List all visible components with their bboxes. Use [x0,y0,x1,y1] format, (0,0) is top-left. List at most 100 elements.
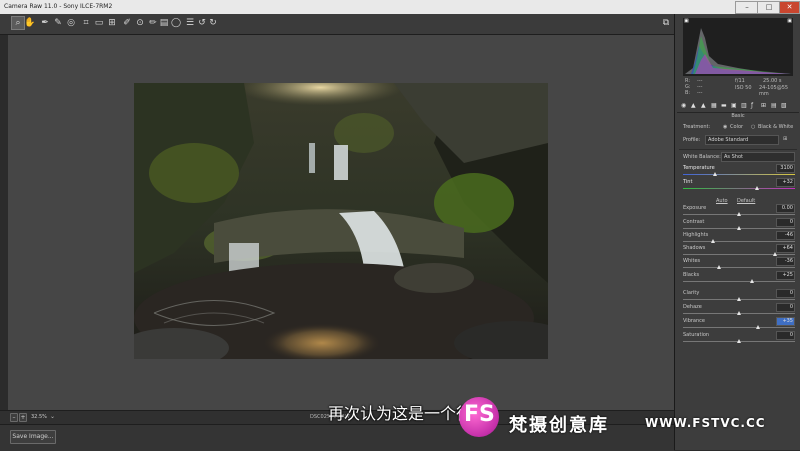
shutter: 25.00 s [763,78,782,84]
fullscreen-icon[interactable]: ⧉ [660,17,672,29]
profile-browser-icon[interactable]: ⊞ [783,136,787,142]
lens-tab-icon[interactable]: ▣ [731,103,737,109]
right-panel: ▣ ▣ R: --- G: --- B: --- f/11 25.00 s IS… [674,14,800,450]
slider-thumb[interactable] [737,339,741,343]
slider-value[interactable]: 0.00 [776,204,795,213]
slider-value[interactable]: +32 [776,178,795,187]
aperture: f/11 [735,78,745,84]
iso: ISO 50 [735,85,752,91]
highlight-clip-icon[interactable]: ▣ [787,18,792,24]
slider-value[interactable]: +35 [776,317,795,326]
slider-label: Highlights [683,232,709,238]
profile-row: Profile: Adobe Standard ⊞ [683,135,788,145]
radial-filter-tool-icon[interactable]: ◯ [170,17,182,29]
transform-tool-icon[interactable]: ⊞ [106,17,118,29]
spot-removal-tool-icon[interactable]: ✐ [121,17,133,29]
slider-thumb[interactable] [713,172,718,176]
slider-value[interactable]: -36 [776,257,795,266]
rotate-cw-icon[interactable]: ↻ [207,17,219,29]
fs-letters: FS [464,402,495,427]
color-sampler-tool-icon[interactable]: ✎ [52,17,64,29]
slider-value[interactable]: +64 [776,244,795,253]
slider-thumb[interactable] [737,212,741,216]
slider-label: Saturation [683,332,710,338]
slider-track[interactable] [683,327,795,328]
detail-tab-icon[interactable]: ▲ [701,103,707,109]
slider-value[interactable]: -46 [776,231,795,240]
slider-label: Tint [683,179,693,185]
white-balance-tool-icon[interactable]: ✒ [39,17,51,29]
effects-tab-icon[interactable]: ƒ [751,103,757,109]
slider-thumb[interactable] [737,297,741,301]
slider-label: Dehaze [683,304,702,310]
slider-value[interactable]: 0 [776,289,795,298]
auto-link[interactable]: Auto [716,198,728,204]
graduated-filter-tool-icon[interactable]: ▤ [158,17,170,29]
hand-tool-icon[interactable]: ✋ [24,17,36,29]
tone-curve-tab-icon[interactable]: ▲ [691,103,697,109]
slider-track[interactable] [683,241,795,242]
white-balance-dropdown[interactable]: As Shot [721,152,795,162]
slider-value[interactable]: +25 [776,271,795,280]
slider-value[interactable]: 0 [776,218,795,227]
watermark-cn: 梵摄创意库 [509,415,609,436]
slider-track[interactable] [683,281,795,282]
slider-label: Contrast [683,219,705,225]
treatment-row: Treatment: ◉ Color ○ Black & White [683,124,794,130]
hsl-tab-icon[interactable]: ▦ [711,103,717,109]
targeted-adjustment-tool-icon[interactable]: ◎ [65,17,77,29]
window-title: Camera Raw 11.0 - Sony ILCE-7RM2 [4,3,113,10]
preferences-icon[interactable]: ☰ [184,17,196,29]
slider-label: Shadows [683,245,706,251]
zoom-tool-icon[interactable]: ⌕ [11,16,25,30]
slider-thumb[interactable] [737,311,741,315]
slider-value[interactable]: 3100 [776,164,795,173]
lens: 24-105@55 mm [759,85,789,97]
slider-thumb[interactable] [772,252,777,256]
slider-value[interactable]: 0 [776,331,795,340]
slider-track[interactable] [683,188,795,189]
color-radio[interactable]: ◉ [723,124,727,130]
snapshots-tab-icon[interactable]: ▧ [781,103,787,109]
slider-label: Temperature [683,165,715,171]
slider-track[interactable] [683,174,795,175]
save-image-button[interactable]: Save Image... [10,430,56,444]
slider-thumb[interactable] [716,265,721,269]
panel-tabs: ◉ ▲ ▲ ▦ ▬ ▣ ▥ ƒ ⊞ ▤ ▧ [677,102,799,113]
slider-track[interactable] [683,254,795,255]
rgb-readout: R: --- G: --- B: --- f/11 25.00 s ISO 50… [683,76,793,97]
red-eye-tool-icon[interactable]: ⊙ [134,17,146,29]
split-toning-tab-icon[interactable]: ▬ [721,103,727,109]
slider-value[interactable]: 0 [776,303,795,312]
default-link[interactable]: Default [737,198,755,204]
slider-thumb[interactable] [750,279,755,283]
slider-thumb[interactable] [711,239,716,243]
white-balance-row: White Balance: As Shot [683,152,797,162]
straighten-tool-icon[interactable]: ▭ [93,17,105,29]
slider-thumb[interactable] [737,226,741,230]
panel-title: Basic [731,113,745,119]
slider-thumb[interactable] [756,325,761,329]
slider-label: Whites [683,258,701,264]
preview-canvas [8,35,674,410]
slider-track[interactable] [683,267,795,268]
shadow-clip-icon[interactable]: ▣ [684,18,689,24]
profile-dropdown[interactable]: Adobe Standard [705,135,779,145]
close-button[interactable]: ✕ [779,1,800,14]
maximize-button[interactable]: □ [757,1,781,14]
transform-tab-icon[interactable]: ▥ [741,103,747,109]
slider-label: Blacks [683,272,700,278]
basic-tab-icon[interactable]: ◉ [681,103,687,109]
slider-thumb[interactable] [754,186,759,190]
watermark-url: WWW.FSTVC.CC [645,416,766,430]
watermark-logo: FS 梵摄创意库 WWW.FSTVC.CC [455,393,800,450]
bw-radio[interactable]: ○ [751,124,755,130]
histogram: ▣ ▣ [683,18,793,76]
calibration-tab-icon[interactable]: ⊞ [761,103,767,109]
presets-tab-icon[interactable]: ▤ [771,103,777,109]
title-bar: Camera Raw 11.0 - Sony ILCE-7RM2 – □ ✕ [0,0,800,15]
slider-label: Exposure [683,205,707,211]
minimize-button[interactable]: – [735,1,759,14]
crop-tool-icon[interactable]: ⌗ [80,17,92,29]
slider-label: Vibrance [683,318,705,324]
